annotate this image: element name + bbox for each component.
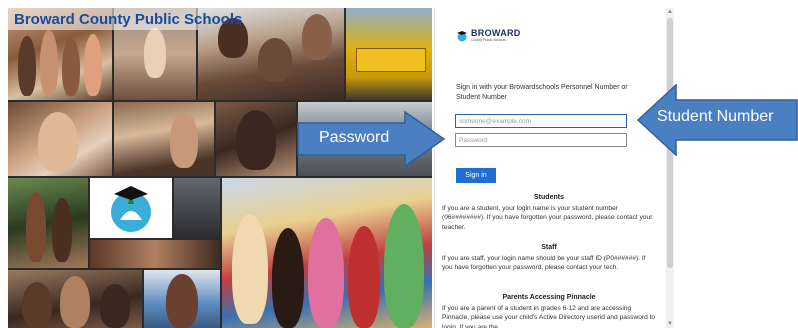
brand-name: BROWARD: [471, 28, 521, 38]
help-students-heading: Students: [534, 194, 564, 201]
scroll-down-arrow-icon[interactable]: ▼: [666, 320, 674, 328]
photo-collage: [8, 8, 432, 328]
student-number-callout-label: Student Number: [657, 108, 774, 125]
password-input[interactable]: [455, 133, 627, 147]
collage-title-text: Broward County Public Schools: [14, 10, 243, 28]
help-students-text: If you are a student, your login name is…: [442, 204, 653, 231]
collage-photo-students-bottom: [8, 270, 142, 328]
signin-prompt: Sign in with your Browardschools Personn…: [456, 84, 628, 101]
collage-photo-teacher: [144, 270, 220, 328]
scroll-up-arrow-icon[interactable]: ▲: [666, 8, 674, 16]
password-callout: Password: [297, 111, 446, 167]
help-staff-text: If you are staff, your login name should…: [442, 254, 646, 272]
collage-school-logo: [90, 178, 172, 238]
help-parents-heading: Parents Accessing Pinnacle: [502, 294, 596, 301]
collage-photo-school-bus: [346, 8, 432, 100]
collage-photo-classroom-strip: [90, 240, 220, 268]
collage-title: Broward County Public Schools: [8, 8, 242, 30]
collage-photo-children-group: [222, 178, 432, 328]
collage-photo-girls-outdoor: [8, 178, 88, 268]
brand-subtitle: County Public Schools: [471, 38, 507, 42]
collage-photo-computer: [174, 178, 220, 238]
help-parents-text: If you are a parent of a student in grad…: [442, 304, 656, 328]
password-callout-label: Password: [319, 129, 390, 146]
help-students-section: Students If you are a student, your logi…: [442, 193, 656, 232]
help-staff-heading: Staff: [541, 244, 557, 251]
school-mascot-icon: [111, 186, 151, 232]
broward-brand-logo: BROWARD County Public Schools: [456, 29, 521, 42]
sign-in-button[interactable]: Sign in: [456, 168, 496, 183]
username-input[interactable]: [455, 114, 627, 128]
student-number-callout: Student Number: [636, 84, 798, 156]
help-staff-section: Staff If you are staff, your login name …: [442, 243, 656, 273]
collage-photo-student-boy: [216, 102, 296, 176]
collage-photo-student-girl: [8, 102, 112, 176]
collage-photo-library: [114, 102, 214, 176]
panel-scrollbar[interactable]: ▲ ▼: [666, 8, 674, 328]
school-mascot-icon: [457, 30, 467, 41]
help-parents-section: Parents Accessing Pinnacle If you are a …: [442, 293, 656, 328]
